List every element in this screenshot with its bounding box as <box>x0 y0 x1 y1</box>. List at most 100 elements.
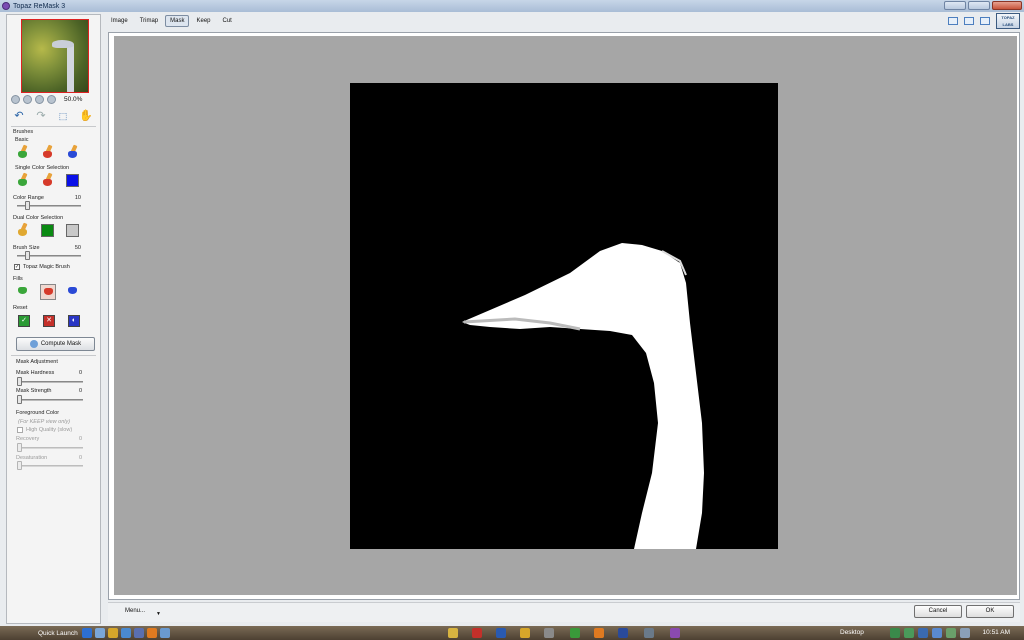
excel-icon[interactable] <box>570 628 580 638</box>
explorer-icon[interactable] <box>108 628 118 638</box>
left-panel: 50.0% ↶ ↷ ⬚ ✋ Brushes Basic Single Color… <box>6 14 101 624</box>
ok-button[interactable]: OK <box>966 605 1014 618</box>
single-cut-brush-icon[interactable] <box>41 172 55 187</box>
menu-button[interactable]: Menu... <box>125 608 145 614</box>
main-window: 50.0% ↶ ↷ ⬚ ✋ Brushes Basic Single Color… <box>0 12 1024 626</box>
tab-mask[interactable]: Mask <box>165 15 190 27</box>
keep-brush-icon[interactable] <box>16 144 30 159</box>
mask-strength-slider[interactable] <box>17 395 83 404</box>
stacked-view-icon[interactable] <box>980 17 990 25</box>
image-canvas[interactable] <box>114 36 1017 595</box>
zoom-in-icon[interactable] <box>23 95 32 104</box>
remask-task-icon[interactable] <box>670 628 680 638</box>
close-button[interactable] <box>992 1 1022 10</box>
taskbar: Quick Launch Desktop 10:51 AM <box>0 626 1024 640</box>
ie-icon[interactable] <box>82 628 92 638</box>
mask-strength-slider-knob[interactable] <box>17 395 22 404</box>
app-icon-3[interactable] <box>160 628 170 638</box>
divider <box>11 355 96 356</box>
zoom-out-icon[interactable] <box>11 95 20 104</box>
dual-brush-icon[interactable] <box>16 222 30 237</box>
cut-brush-icon[interactable] <box>41 144 55 159</box>
reset-keep-icon[interactable]: ✓ <box>18 315 30 327</box>
magic-brush-checkbox[interactable]: ✓ <box>14 264 20 270</box>
firefox-icon[interactable] <box>147 628 157 638</box>
app-icon <box>2 2 10 10</box>
task-icon-1[interactable] <box>448 628 458 638</box>
photoshop-icon[interactable] <box>618 628 628 638</box>
title-bar: Topaz ReMask 3 <box>0 0 1024 12</box>
taskbar-clock: 10:51 AM <box>982 629 1010 636</box>
recovery-slider-knob[interactable] <box>17 443 22 452</box>
task-icon-4[interactable] <box>544 628 554 638</box>
hand-icon[interactable]: ✋ <box>79 110 93 122</box>
reset-compute-icon[interactable]: ◐ <box>68 315 80 327</box>
tray-icon-3[interactable] <box>918 628 928 638</box>
fills-label: Fills <box>13 276 23 282</box>
zoom-actual-icon[interactable] <box>47 95 56 104</box>
split-view-icon[interactable] <box>964 17 974 25</box>
task-icon-5[interactable] <box>594 628 604 638</box>
mask-hardness-slider-knob[interactable] <box>17 377 22 386</box>
single-keep-brush-icon[interactable] <box>16 172 30 187</box>
compute-brush-icon[interactable] <box>66 144 80 159</box>
mask-strength-value: 0 <box>78 388 82 394</box>
zoom-value: 50.0% <box>64 96 83 103</box>
compute-icon <box>29 340 38 348</box>
tray-icon-4[interactable] <box>932 628 942 638</box>
brush-size-slider[interactable] <box>17 251 81 260</box>
logo-text: TOPAZ LABS <box>1001 15 1015 27</box>
desaturation-slider-knob[interactable] <box>17 461 22 470</box>
recovery-slider[interactable] <box>17 443 83 452</box>
undo-icon[interactable]: ↶ <box>13 110 25 122</box>
task-icon-3[interactable] <box>520 628 530 638</box>
tray-icon-1[interactable] <box>890 628 900 638</box>
brushes-heading: Brushes <box>13 129 34 135</box>
app-icon-1[interactable] <box>121 628 131 638</box>
desktop-icon[interactable] <box>95 628 105 638</box>
dual-color-selection-label: Dual Color Selection <box>13 215 64 221</box>
tray-icon-5[interactable] <box>946 628 956 638</box>
mask-hardness-slider[interactable] <box>17 377 83 386</box>
reset-cut-icon[interactable]: ✕ <box>43 315 55 327</box>
tab-image[interactable]: Image <box>106 15 133 27</box>
color-range-value: 10 <box>74 195 81 201</box>
desktop-toolbar-label[interactable]: Desktop <box>840 629 864 636</box>
zoom-fit-icon[interactable] <box>35 95 44 104</box>
fill-cut-icon[interactable] <box>40 284 56 300</box>
high-quality-checkbox[interactable] <box>17 427 23 433</box>
topaz-logo: TOPAZ LABS <box>996 13 1020 29</box>
app-icon-2[interactable] <box>134 628 144 638</box>
tray-icon-2[interactable] <box>904 628 914 638</box>
word-icon[interactable] <box>496 628 506 638</box>
mask-image[interactable] <box>350 83 778 549</box>
dual-color-swatch-2[interactable] <box>66 224 79 237</box>
task-icon-6[interactable] <box>644 628 654 638</box>
menu-arrow-icon[interactable]: ▼ <box>156 611 161 617</box>
desaturation-slider[interactable] <box>17 461 83 470</box>
color-range-slider-knob[interactable] <box>25 201 30 210</box>
window-title: Topaz ReMask 3 <box>13 2 66 10</box>
tray-icon-6[interactable] <box>960 628 970 638</box>
dual-color-swatch-1[interactable] <box>41 224 54 237</box>
minimize-button[interactable] <box>944 1 966 10</box>
fill-keep-icon[interactable] <box>16 285 30 299</box>
single-color-swatch[interactable] <box>66 174 79 187</box>
navigator-thumbnail[interactable] <box>21 19 89 93</box>
compute-mask-button[interactable]: Compute Mask <box>16 337 95 351</box>
color-range-slider[interactable] <box>17 201 81 210</box>
fill-compute-icon[interactable] <box>66 285 80 299</box>
magic-brush-label: Topaz Magic Brush <box>23 264 70 270</box>
maximize-button[interactable] <box>968 1 990 10</box>
tab-cut[interactable]: Cut <box>218 15 237 27</box>
brush-size-slider-knob[interactable] <box>25 251 30 260</box>
tab-trimap[interactable]: Trimap <box>135 15 163 27</box>
tab-keep[interactable]: Keep <box>191 15 215 27</box>
selection-icon[interactable]: ⬚ <box>57 110 69 122</box>
task-icon-2[interactable] <box>472 628 482 638</box>
single-view-icon[interactable] <box>948 17 958 25</box>
cancel-button[interactable]: Cancel <box>914 605 962 618</box>
mask-hardness-value: 0 <box>78 370 82 376</box>
recovery-label: Recovery <box>16 436 40 442</box>
redo-icon[interactable]: ↷ <box>35 110 47 122</box>
